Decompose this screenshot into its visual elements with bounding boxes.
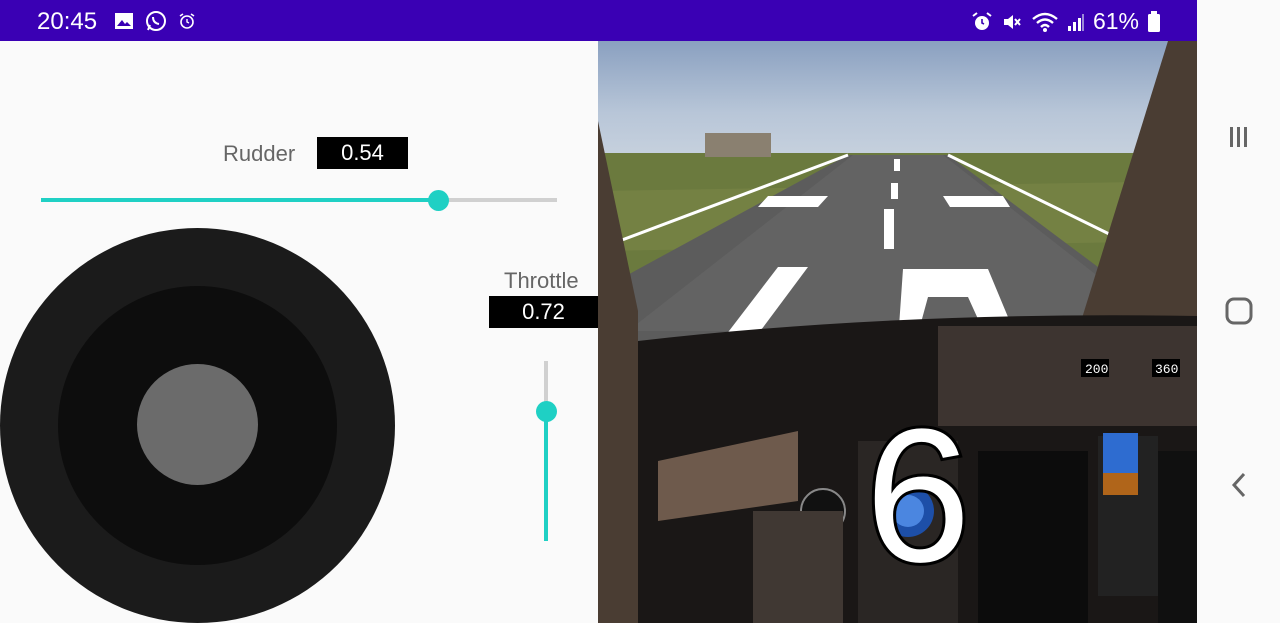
wifi-icon <box>1032 12 1058 32</box>
rudder-label: Rudder <box>223 141 296 166</box>
alarm-clock-icon <box>179 13 195 29</box>
joystick[interactable] <box>0 228 395 623</box>
status-bar: 20:45 61% <box>0 0 1197 41</box>
battery-percent: 61% <box>1092 8 1139 34</box>
control-panel: Rudder 0.54 Throttle 0.72 <box>0 41 598 623</box>
rudder-value: 0.54 <box>317 137 408 169</box>
rudder-slider[interactable] <box>41 189 557 211</box>
flight-simulator-view: 200 360 6 <box>598 41 1197 623</box>
throttle-slider-fill <box>544 411 548 541</box>
battery-icon <box>1148 10 1160 32</box>
back-icon[interactable] <box>1219 465 1259 505</box>
mute-icon <box>1003 14 1021 29</box>
altitude-readout: 200 <box>1085 362 1108 377</box>
whatsapp-icon <box>146 11 166 31</box>
alarm-icon <box>972 11 992 30</box>
image-icon <box>115 13 133 29</box>
navigation-bar <box>1197 0 1280 623</box>
throttle-slider[interactable] <box>535 361 557 541</box>
overlay-number: 6 <box>865 390 971 602</box>
rudder-slider-fill <box>41 198 439 202</box>
throttle-value: 0.72 <box>489 296 598 328</box>
joystick-knob[interactable] <box>137 364 258 485</box>
throttle-slider-thumb[interactable] <box>535 400 557 422</box>
recent-apps-icon[interactable] <box>1219 117 1259 157</box>
home-icon[interactable] <box>1219 291 1259 331</box>
throttle-label: Throttle <box>504 268 579 293</box>
rudder-slider-thumb[interactable] <box>427 189 449 211</box>
signal-icon <box>1067 13 1084 31</box>
cockpit-scene: 200 360 6 <box>598 41 1197 623</box>
joystick-inner-ring <box>58 286 337 565</box>
heading-readout: 360 <box>1155 362 1178 377</box>
status-time: 20:45 <box>37 8 98 35</box>
